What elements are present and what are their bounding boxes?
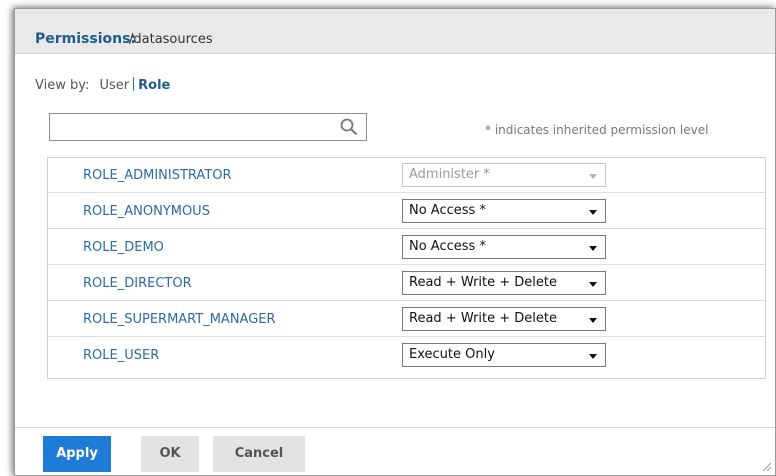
permission-select[interactable]: No Access * xyxy=(402,199,606,223)
view-by-role-link[interactable]: Role xyxy=(138,78,170,93)
role-name: ROLE_USER xyxy=(83,348,160,363)
search-icon[interactable] xyxy=(340,118,358,136)
dialog-title-label: Permissions: xyxy=(35,31,137,47)
permission-value: Read + Write + Delete xyxy=(409,311,558,326)
permission-select[interactable]: Execute Only xyxy=(402,343,606,367)
apply-button[interactable]: Apply xyxy=(43,436,111,472)
dialog-title-path: /datasources xyxy=(129,32,213,47)
ok-button[interactable]: OK xyxy=(141,436,199,472)
table-row: ROLE_SUPERMART_MANAGER Read + Write + De… xyxy=(48,302,765,337)
table-row: ROLE_ADMINISTRATOR Administer * xyxy=(48,158,765,193)
role-name: ROLE_DEMO xyxy=(83,240,164,255)
search-input[interactable] xyxy=(49,113,367,141)
permission-select[interactable]: Read + Write + Delete xyxy=(402,271,606,295)
role-name: ROLE_ANONYMOUS xyxy=(83,204,210,219)
chevron-down-icon xyxy=(589,282,597,287)
table-row: ROLE_DIRECTOR Read + Write + Delete xyxy=(48,266,765,301)
chevron-down-icon xyxy=(589,354,597,359)
view-by-switch: View by: User Role xyxy=(35,77,170,93)
role-name: ROLE_ADMINISTRATOR xyxy=(83,168,232,183)
permission-value: Read + Write + Delete xyxy=(409,275,558,290)
permission-value: No Access * xyxy=(409,203,486,218)
table-row: ROLE_USER Execute Only xyxy=(48,338,765,372)
dialog-titlebar: Permissions: /datasources xyxy=(15,9,775,54)
table-row: ROLE_ANONYMOUS No Access * xyxy=(48,194,765,229)
resize-grip-icon[interactable] xyxy=(761,461,771,471)
permission-value: Execute Only xyxy=(409,347,495,362)
chevron-down-icon xyxy=(589,210,597,215)
role-name: ROLE_DIRECTOR xyxy=(83,276,192,291)
dialog-footer: Apply OK Cancel xyxy=(15,427,775,475)
cancel-button[interactable]: Cancel xyxy=(213,436,305,472)
chevron-down-icon xyxy=(589,318,597,323)
view-by-user-link[interactable]: User xyxy=(100,78,130,93)
roles-table: ROLE_ADMINISTRATOR Administer * ROLE_ANO… xyxy=(47,157,766,379)
chevron-down-icon xyxy=(589,246,597,251)
permission-value: No Access * xyxy=(409,239,486,254)
permission-select[interactable]: No Access * xyxy=(402,235,606,259)
permissions-dialog: Permissions: /datasources View by: User R… xyxy=(14,8,776,476)
permission-select[interactable]: Read + Write + Delete xyxy=(402,307,606,331)
view-by-separator xyxy=(133,77,135,91)
permission-value: Administer * xyxy=(409,167,490,182)
inherited-hint: * indicates inherited permission level xyxy=(485,123,709,137)
role-name: ROLE_SUPERMART_MANAGER xyxy=(83,312,276,327)
permission-select: Administer * xyxy=(402,163,606,187)
table-row: ROLE_DEMO No Access * xyxy=(48,230,765,265)
chevron-down-icon xyxy=(589,174,597,179)
view-by-label: View by: xyxy=(35,78,90,93)
